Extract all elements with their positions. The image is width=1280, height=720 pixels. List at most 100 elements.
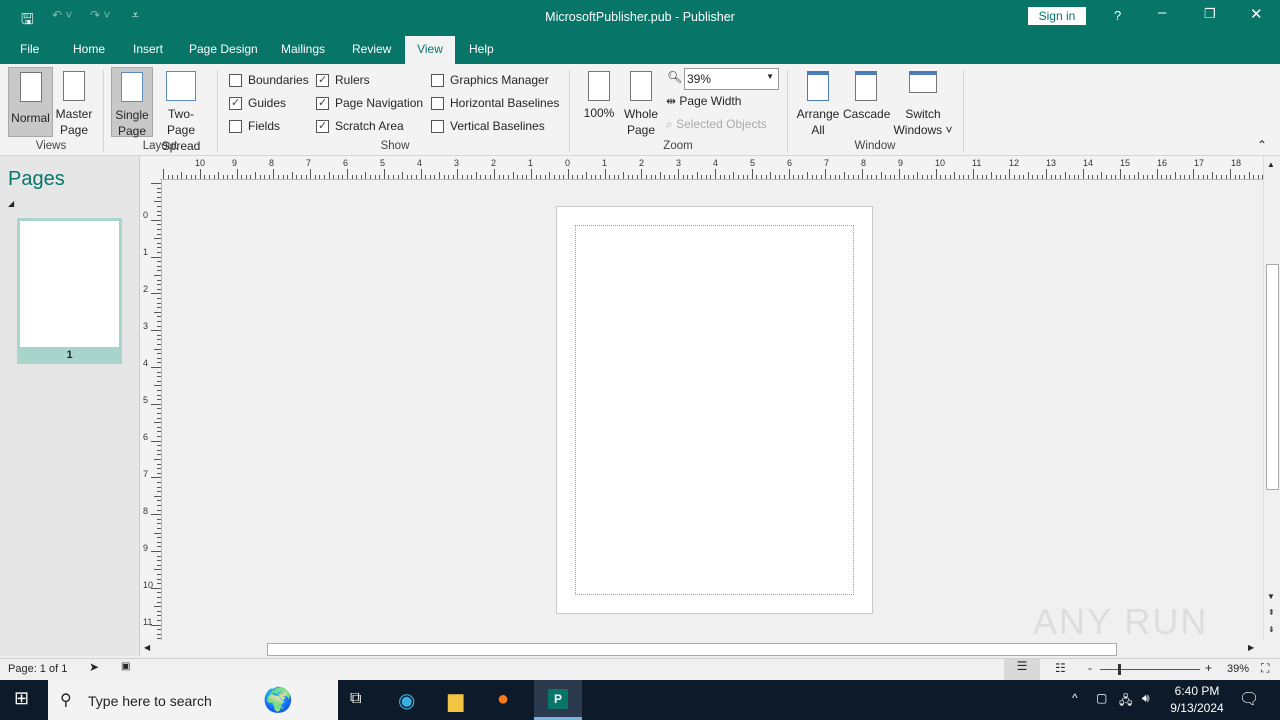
ruler-label: 3 (454, 158, 460, 168)
normal-view-button[interactable]: Normal (8, 67, 53, 137)
label: Windows ˅ (893, 123, 953, 137)
firefox-icon[interactable]: ● (497, 688, 509, 711)
page[interactable] (556, 206, 873, 614)
zoom-percentage[interactable]: 39% (1227, 663, 1249, 675)
search-box[interactable]: ⚲ Type here to search 🌍 (48, 680, 338, 720)
scratch-area[interactable]: ANY RUN (163, 181, 1263, 642)
ruler-label: 0 (143, 210, 149, 220)
ruler-label: 5 (143, 395, 149, 405)
show-hidden-icons[interactable]: ^ (1072, 691, 1078, 705)
minimize-button[interactable]: – (1158, 4, 1166, 21)
ruler-label: 0 (565, 158, 571, 168)
ruler-label: 8 (143, 506, 149, 516)
checkbox-page-navigation[interactable]: Page Navigation (316, 94, 423, 112)
ruler-label: 1 (143, 247, 149, 257)
page-thumbnail-1[interactable]: 1 (17, 218, 122, 364)
label: Selected Objects (676, 117, 767, 131)
switch-windows-icon (909, 71, 937, 93)
ruler-label: 15 (1120, 158, 1131, 168)
scroll-right-icon[interactable]: ▶ (1248, 643, 1254, 652)
windows-start-icon[interactable]: ⊞ (14, 688, 29, 709)
cursor-position-icon: ➤ (89, 660, 100, 674)
scroll-down-icon[interactable]: ▼ (1267, 592, 1275, 601)
tab-mailings[interactable]: Mailings (273, 36, 333, 64)
vertical-scrollbar[interactable]: ▲ ▼ ⇞ ⇟ (1263, 156, 1280, 641)
ruler-label: 10 (143, 580, 154, 590)
ruler-label: 5 (750, 158, 756, 168)
single-page-button[interactable]: Single Page (111, 67, 153, 138)
zoom-out-button[interactable]: - (1088, 661, 1092, 675)
selected-objects-button[interactable]: ⌕ Selected Objects (666, 117, 767, 132)
page-width-button[interactable]: ⇹ Page Width (666, 94, 741, 108)
tab-help[interactable]: Help (461, 36, 502, 64)
scroll-thumb[interactable] (1266, 264, 1279, 490)
collapse-triangle-icon[interactable]: ◢ (8, 199, 14, 208)
ruler-label: 10 (195, 158, 206, 168)
task-view-icon[interactable]: ⧉ (350, 690, 361, 708)
edge-icon[interactable]: ◉ (398, 688, 415, 713)
zoom-select[interactable]: 39% ▼ (684, 68, 779, 90)
status-bar: Page: 1 of 1 ➤ ▣ ☰ ☷ - + 39% ⛶ (0, 658, 1280, 681)
scroll-up-icon[interactable]: ▲ (1267, 160, 1275, 169)
tab-review[interactable]: Review (344, 36, 399, 64)
cascade-button[interactable]: Cascade (843, 67, 890, 123)
arrange-all-button[interactable]: Arrange All (795, 67, 841, 137)
volume-icon[interactable]: 🔊︎ (1142, 691, 1150, 706)
clock-date[interactable]: 9/13/2024 (1166, 701, 1228, 715)
page-number: 1 (66, 349, 73, 361)
restore-button[interactable]: ❐ (1204, 6, 1216, 22)
clock-time[interactable]: 6:40 PM (1166, 684, 1228, 698)
two-page-spread-button[interactable]: Two-Page Spread (154, 67, 208, 153)
fit-page-icon[interactable]: ⛶ (1261, 661, 1269, 676)
zoom-slider-thumb[interactable] (1117, 664, 1121, 675)
file-explorer-icon[interactable]: ▆ (448, 688, 463, 713)
checkbox-guides[interactable]: Guides (229, 94, 286, 112)
next-page-icon[interactable]: ⇟ (1268, 625, 1275, 634)
checkbox-fields[interactable]: Fields (229, 117, 280, 135)
meet-now-icon[interactable]: ▢ (1096, 691, 1107, 705)
ruler-label: 7 (306, 158, 312, 168)
master-page-button[interactable]: Master Page (54, 67, 94, 137)
help-button[interactable]: ? (1114, 8, 1121, 23)
page-icon (19, 72, 42, 102)
horizontal-scrollbar[interactable]: ◀ ▶ (140, 641, 1263, 658)
checkbox-graphics-manager[interactable]: Graphics Manager (431, 71, 549, 89)
checkbox-vertical-baselines[interactable]: Vertical Baselines (431, 117, 545, 135)
scroll-thumb[interactable] (267, 643, 1117, 656)
checkbox-boundaries[interactable]: Boundaries (229, 71, 309, 89)
scroll-left-icon[interactable]: ◀ (144, 643, 150, 652)
page-indicator[interactable]: Page: 1 of 1 (8, 663, 67, 675)
publisher-taskbar-button[interactable]: P (534, 680, 582, 720)
zoom-slider[interactable] (1100, 669, 1200, 670)
ruler-label: 7 (143, 469, 149, 479)
tab-file[interactable]: File (12, 36, 47, 64)
pages-pane: Pages ◢ 1 (0, 156, 140, 656)
zoom-100-button[interactable]: 100% (582, 67, 616, 123)
tab-page-design[interactable]: Page Design (181, 36, 266, 64)
label: Page Width (679, 94, 742, 108)
label: Master (55, 107, 93, 121)
search-icon: ⚲ (60, 692, 72, 709)
taskbar: ⊞ ⚲ Type here to search 🌍 ⧉ ◉ ▆ ● P ^ ▢ … (0, 680, 1280, 720)
ruler-label: 16 (1157, 158, 1168, 168)
collapse-ribbon-icon[interactable]: ⌃ (1257, 138, 1267, 152)
checkbox-rulers[interactable]: Rulers (316, 71, 370, 89)
zoom-value: 39% (687, 72, 712, 86)
whole-page-button[interactable]: Whole Page (621, 67, 661, 137)
single-page-view-button[interactable]: ☰ (1004, 659, 1040, 681)
tab-insert[interactable]: Insert (125, 36, 171, 64)
switch-windows-button[interactable]: Switch Windows ˅ (892, 67, 954, 137)
sign-in-button[interactable]: Sign in (1028, 7, 1086, 25)
tab-view[interactable]: View (405, 36, 455, 64)
notifications-icon[interactable]: 🗨︎ (1239, 689, 1259, 709)
zoom-in-button[interactable]: + (1205, 661, 1212, 675)
search-placeholder: Type here to search (88, 693, 212, 709)
two-page-view-button[interactable]: ☷ (1055, 661, 1066, 675)
tab-home[interactable]: Home (65, 36, 113, 64)
close-button[interactable]: ✕ (1250, 5, 1263, 23)
group-label-layout: Layout (142, 140, 178, 152)
network-icon[interactable]: 🖧 (1119, 691, 1132, 712)
previous-page-icon[interactable]: ⇞ (1268, 608, 1275, 617)
checkbox-horizontal-baselines[interactable]: Horizontal Baselines (431, 94, 559, 112)
checkbox-scratch-area[interactable]: Scratch Area (316, 117, 404, 135)
